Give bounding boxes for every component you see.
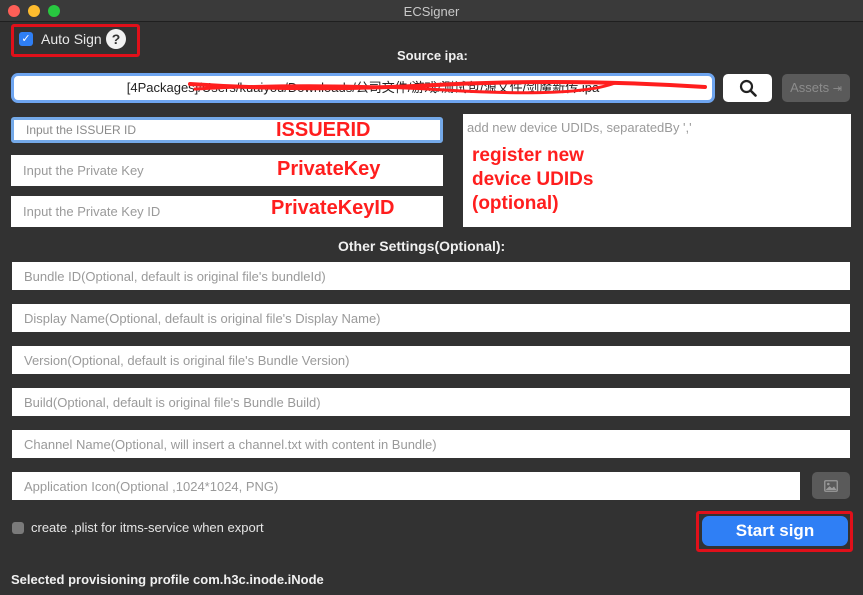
annotation-udids: register new device UDIDs (optional) <box>472 144 593 216</box>
annotation-box-start-sign <box>696 511 853 552</box>
build-input[interactable]: Build(Optional, default is original file… <box>12 388 850 416</box>
annotation-issuer-id: ISSUERID <box>276 119 371 141</box>
annotation-udids-line3: (optional) <box>472 193 559 214</box>
udids-placeholder: add new device UDIDs, separatedBy ',' <box>467 120 692 135</box>
choose-icon-button[interactable] <box>812 472 850 499</box>
version-placeholder: Version(Optional, default is original fi… <box>24 352 350 368</box>
status-text: Selected provisioning profile com.h3c.in… <box>11 572 324 587</box>
channel-name-input[interactable]: Channel Name(Optional, will insert a cha… <box>12 430 850 458</box>
assets-label: Assets <box>790 80 830 95</box>
annotation-private-key: PrivateKey <box>277 158 381 180</box>
image-icon <box>824 479 838 492</box>
issuer-id-placeholder: Input the ISSUER ID <box>26 123 137 137</box>
annotation-udids-line2: device UDIDs <box>472 169 594 190</box>
private-key-placeholder: Input the Private Key <box>23 163 144 178</box>
other-settings-title: Other Settings(Optional): <box>338 238 506 254</box>
bundle-id-input[interactable]: Bundle ID(Optional, default is original … <box>12 262 850 290</box>
app-icon-placeholder: Application Icon(Optional ,1024*1024, PN… <box>24 478 279 494</box>
app-icon-input[interactable]: Application Icon(Optional ,1024*1024, PN… <box>12 472 800 500</box>
create-plist-option[interactable]: create .plist for itms-service when expo… <box>12 520 264 535</box>
browse-ipa-button[interactable] <box>723 74 772 102</box>
annotation-private-key-id: PrivateKeyID <box>271 197 395 219</box>
redaction-scribble <box>188 79 707 95</box>
window-title: ECSigner <box>403 4 460 19</box>
annotation-udids-line1: register new <box>472 145 584 166</box>
private-key-id-placeholder: Input the Private Key ID <box>23 204 161 219</box>
display-name-placeholder: Display Name(Optional, default is origin… <box>24 310 381 326</box>
source-ipa-title: Source ipa: <box>397 48 468 63</box>
export-icon: ⇥ <box>832 83 842 95</box>
issuer-id-input[interactable]: Input the ISSUER ID <box>11 117 443 143</box>
build-placeholder: Build(Optional, default is original file… <box>24 394 321 410</box>
create-plist-checkbox[interactable] <box>12 521 24 534</box>
title-bar: ECSigner <box>0 0 863 22</box>
display-name-input[interactable]: Display Name(Optional, default is origin… <box>12 304 850 332</box>
assets-button[interactable]: Assets ⇥ <box>782 74 850 102</box>
channel-name-placeholder: Channel Name(Optional, will insert a cha… <box>24 436 437 452</box>
create-plist-label: create .plist for itms-service when expo… <box>31 520 264 535</box>
magnifier-icon <box>739 79 757 97</box>
annotation-box-auto-sign <box>11 24 140 57</box>
version-input[interactable]: Version(Optional, default is original fi… <box>12 346 850 374</box>
bundle-id-placeholder: Bundle ID(Optional, default is original … <box>24 268 326 284</box>
